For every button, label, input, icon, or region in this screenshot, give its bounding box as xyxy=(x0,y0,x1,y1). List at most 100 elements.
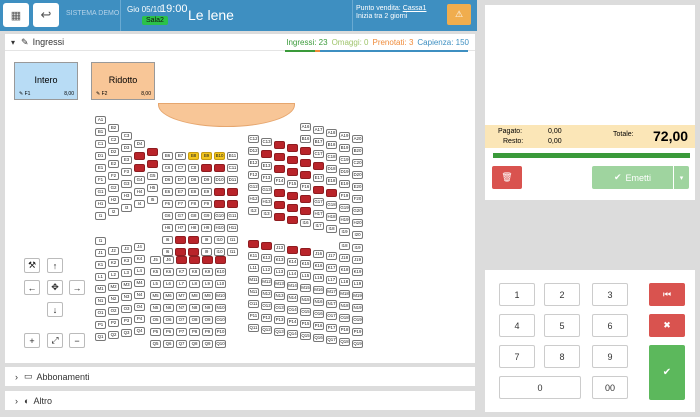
seat-A20[interactable]: A20 xyxy=(352,135,363,143)
seat-P17[interactable]: P17 xyxy=(326,324,337,332)
seat-D9[interactable]: D9 xyxy=(201,176,212,184)
seat-G5[interactable]: G5 xyxy=(147,172,158,180)
seat-C15[interactable]: C15 xyxy=(287,144,298,152)
seat-I4[interactable]: I4 xyxy=(134,200,145,208)
seat-B17[interactable]: B17 xyxy=(313,138,324,146)
seat-L1[interactable]: L1 xyxy=(95,273,106,281)
seat-K14[interactable]: K14 xyxy=(287,258,298,266)
seat-I1[interactable]: I1 xyxy=(95,237,106,245)
seat-Q3[interactable]: Q3 xyxy=(121,329,132,337)
seat-O4[interactable]: O4 xyxy=(134,303,145,311)
seat-E15[interactable]: E15 xyxy=(287,168,298,176)
seat-C7[interactable]: C7 xyxy=(175,164,186,172)
seat-F17[interactable]: F17 xyxy=(313,186,324,194)
seat-F2[interactable]: F2 xyxy=(108,172,119,180)
seat-E16[interactable]: E16 xyxy=(300,171,311,179)
seat-E9[interactable]: E9 xyxy=(201,188,212,196)
seat-K5[interactable]: K5 xyxy=(150,268,161,276)
seat-H20[interactable]: H20 xyxy=(352,219,363,227)
seat-F13[interactable]: F13 xyxy=(261,174,272,182)
seat-F6[interactable]: F6 xyxy=(162,200,173,208)
seat-I15[interactable]: I15 xyxy=(287,216,298,224)
seat-E17[interactable]: E17 xyxy=(313,174,324,182)
seat-D16[interactable]: D16 xyxy=(300,159,311,167)
seat-M3[interactable]: M3 xyxy=(121,281,132,289)
seat-G16[interactable]: G16 xyxy=(300,195,311,203)
seat-P14[interactable]: P14 xyxy=(287,318,298,326)
seat-M1[interactable]: M1 xyxy=(95,285,106,293)
seat-Q12[interactable]: Q12 xyxy=(261,326,272,334)
seat-D17[interactable]: D17 xyxy=(313,162,324,170)
seat-P7[interactable]: P7 xyxy=(176,328,187,336)
seat-J3[interactable]: J3 xyxy=(121,245,132,253)
seat-P3[interactable]: P3 xyxy=(121,317,132,325)
seat-E5[interactable]: E5 xyxy=(147,148,158,156)
seat-N1[interactable]: N1 xyxy=(95,297,106,305)
seat-G11[interactable]: G11 xyxy=(227,212,238,220)
seat-K17[interactable]: K17 xyxy=(326,264,337,272)
seat-I20[interactable]: I20 xyxy=(352,231,363,239)
seat-M16[interactable]: M16 xyxy=(313,286,324,294)
right-button[interactable]: → xyxy=(69,280,85,295)
seat-H17[interactable]: H17 xyxy=(313,210,324,218)
seat-E18[interactable]: E18 xyxy=(326,177,337,185)
seat-C16[interactable]: C16 xyxy=(300,147,311,155)
seat-M6[interactable]: M6 xyxy=(163,292,174,300)
seat-L5[interactable]: L5 xyxy=(150,280,161,288)
seat-B18[interactable]: B18 xyxy=(326,141,337,149)
seat-Q14[interactable]: Q14 xyxy=(287,330,298,338)
seat-Q15[interactable]: Q15 xyxy=(300,332,311,340)
seat-I9[interactable]: I9 xyxy=(201,236,212,244)
seat-I6[interactable]: I6 xyxy=(162,236,173,244)
seat-N6[interactable]: N6 xyxy=(163,304,174,312)
seat-I13[interactable]: I13 xyxy=(261,210,272,218)
seat-Q13[interactable]: Q13 xyxy=(274,328,285,336)
seat-I10[interactable]: I10 xyxy=(214,248,225,256)
seat-N10[interactable]: N10 xyxy=(215,304,226,312)
seat-C11[interactable]: C11 xyxy=(227,164,238,172)
seat-J13[interactable]: J13 xyxy=(274,244,285,252)
seat-F5[interactable]: F5 xyxy=(147,160,158,168)
seat-Q16[interactable]: Q16 xyxy=(313,334,324,342)
seat-F11[interactable]: F11 xyxy=(227,200,238,208)
seat-N15[interactable]: N15 xyxy=(300,296,311,304)
seat-P8[interactable]: P8 xyxy=(189,328,200,336)
seat-O5[interactable]: O5 xyxy=(150,316,161,324)
seat-D13[interactable]: D13 xyxy=(261,150,272,158)
seat-K19[interactable]: K19 xyxy=(352,268,363,276)
seat-B16[interactable]: B16 xyxy=(300,135,311,143)
seat-G6[interactable]: G6 xyxy=(162,212,173,220)
seat-C6[interactable]: C6 xyxy=(162,164,173,172)
seat-I5[interactable]: I5 xyxy=(147,196,158,204)
seat-J11[interactable]: J11 xyxy=(248,240,259,248)
seat-L12[interactable]: L12 xyxy=(261,266,272,274)
seat-O1[interactable]: O1 xyxy=(95,309,106,317)
seat-I7[interactable]: I7 xyxy=(175,248,186,256)
seat-G2[interactable]: G2 xyxy=(108,184,119,192)
seat-M18[interactable]: M18 xyxy=(339,290,350,298)
seat-O16[interactable]: O16 xyxy=(313,310,324,318)
seat-N16[interactable]: N16 xyxy=(313,298,324,306)
seat-H8[interactable]: H8 xyxy=(188,224,199,232)
key-2[interactable]: 2 xyxy=(544,283,580,306)
seat-L4[interactable]: L4 xyxy=(134,267,145,275)
seat-I16[interactable]: I16 xyxy=(300,219,311,227)
seat-N18[interactable]: N18 xyxy=(339,302,350,310)
seat-P2[interactable]: P2 xyxy=(108,319,119,327)
seat-H18[interactable]: H18 xyxy=(326,213,337,221)
seat-P4[interactable]: P4 xyxy=(134,315,145,323)
ingressi-header[interactable]: ▾ ✎ Ingressi Ingressi: 23 Omaggi: 0 Prenot… xyxy=(5,34,475,51)
key-9[interactable]: 9 xyxy=(592,345,628,368)
seat-Q10[interactable]: Q10 xyxy=(215,340,226,348)
seat-L15[interactable]: L15 xyxy=(300,272,311,280)
seat-P5[interactable]: P5 xyxy=(150,328,161,336)
seat-I9[interactable]: I9 xyxy=(201,248,212,256)
seat-P15[interactable]: P15 xyxy=(300,320,311,328)
seat-D10[interactable]: D10 xyxy=(214,176,225,184)
seat-K1[interactable]: K1 xyxy=(95,261,106,269)
seat-J18[interactable]: J18 xyxy=(339,254,350,262)
pos-link[interactable]: Cassa1 xyxy=(403,5,427,12)
seat-K12[interactable]: K12 xyxy=(261,254,272,262)
seat-G10[interactable]: G10 xyxy=(214,212,225,220)
seat-O17[interactable]: O17 xyxy=(326,312,337,320)
